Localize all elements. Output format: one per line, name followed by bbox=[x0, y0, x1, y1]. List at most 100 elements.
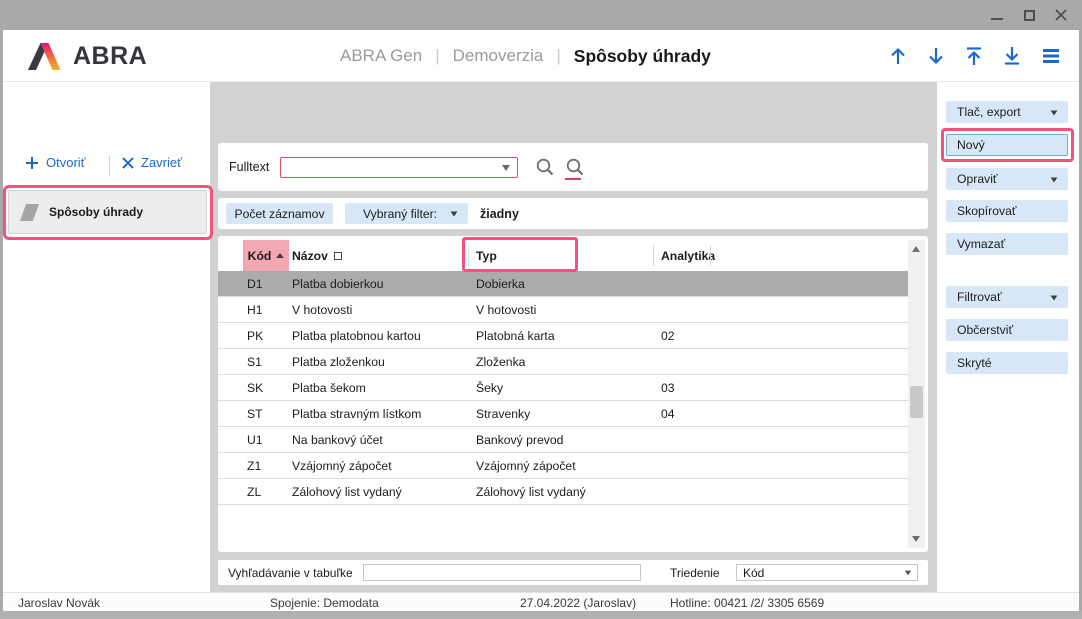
table-row[interactable]: PKPlatba platobnou kartouPlatobná karta0… bbox=[218, 323, 908, 349]
table-cell: V hotovosti bbox=[476, 297, 536, 323]
close-button[interactable] bbox=[1050, 4, 1072, 26]
table-cell: Platobná karta bbox=[476, 323, 555, 349]
record-count-button[interactable]: Počet záznamov bbox=[226, 203, 333, 224]
column-options-icon[interactable] bbox=[334, 252, 342, 260]
status-user: Jaroslav Novák bbox=[18, 593, 100, 612]
button-label: Skryté bbox=[957, 356, 992, 370]
table-scrollbar[interactable] bbox=[908, 240, 925, 548]
search-icon[interactable] bbox=[534, 156, 556, 181]
table-cell: Platba šekom bbox=[292, 375, 366, 401]
table-cell: Platba zloženkou bbox=[292, 349, 385, 375]
table-row[interactable]: STPlatba stravným lístkomStravenky04 bbox=[218, 401, 908, 427]
environment-name: Demoverzia bbox=[453, 46, 544, 66]
button-label: Skopírovať bbox=[957, 204, 1016, 218]
edit-button[interactable]: Opraviť bbox=[946, 168, 1068, 190]
table-cell: PK bbox=[247, 323, 263, 349]
app-header: ABRA ABRA Gen | Demoverzia | Spôsoby úhr… bbox=[3, 30, 1079, 82]
fulltext-label: Fulltext bbox=[229, 143, 269, 191]
move-up-icon[interactable] bbox=[887, 45, 909, 67]
separator: | bbox=[556, 46, 560, 66]
selected-filter-dropdown[interactable]: Vybraný filter: bbox=[345, 203, 468, 224]
title-bar bbox=[0, 0, 1082, 30]
print-export-button[interactable]: Tlač, export bbox=[946, 101, 1068, 123]
minimize-button[interactable] bbox=[986, 4, 1008, 26]
column-header-kod[interactable]: Kód bbox=[243, 240, 289, 271]
table-row[interactable]: D1Platba dobierkouDobierka bbox=[218, 271, 908, 297]
table-cell: Zloženka bbox=[476, 349, 525, 375]
chevron-down-icon bbox=[1051, 177, 1058, 182]
refresh-button[interactable]: Občerstviť bbox=[946, 319, 1068, 341]
new-button[interactable]: Nový bbox=[946, 134, 1068, 156]
column-header-nazov[interactable]: Názov bbox=[292, 240, 342, 271]
button-label: Opraviť bbox=[957, 172, 997, 186]
toolbar-divider bbox=[109, 156, 110, 176]
table-row[interactable]: ZLZálohový list vydanýZálohový list vyda… bbox=[218, 479, 908, 505]
table-row[interactable]: H1V hotovostiV hotovosti bbox=[218, 297, 908, 323]
status-hotline: Hotline: 00421 /2/ 3305 6569 bbox=[670, 593, 824, 612]
records-table: Kód Názov Typ Analytika D1Platba dobierk… bbox=[218, 236, 928, 552]
table-cell: Vzájomný zápočet bbox=[476, 453, 576, 479]
sidebar-toolbar: Otvoriť Zavrieť bbox=[3, 155, 210, 179]
fulltext-combobox[interactable] bbox=[280, 157, 518, 178]
scroll-up-icon[interactable] bbox=[912, 246, 920, 252]
column-header-typ[interactable]: Typ bbox=[476, 240, 497, 271]
sort-dropdown[interactable]: Kód bbox=[736, 564, 918, 581]
table-cell: 02 bbox=[661, 323, 675, 349]
maximize-button[interactable] bbox=[1018, 4, 1040, 26]
chevron-down-icon[interactable] bbox=[502, 165, 510, 171]
sidebar-item-sposoby-uhrady[interactable]: Spôsoby úhrady bbox=[8, 190, 207, 234]
move-down-icon[interactable] bbox=[925, 45, 947, 67]
table-cell: Stravenky bbox=[476, 401, 530, 427]
separator: | bbox=[435, 46, 439, 66]
close-label: Zavrieť bbox=[141, 155, 182, 170]
table-cell: SK bbox=[247, 375, 263, 401]
fulltext-input[interactable] bbox=[284, 159, 496, 176]
column-label: Názov bbox=[292, 249, 328, 263]
sort-label: Triedenie bbox=[670, 560, 720, 585]
status-date: 27.04.2022 (Jaroslav) bbox=[520, 593, 636, 612]
table-row[interactable]: U1Na bankový účetBankový prevod bbox=[218, 427, 908, 453]
chevron-down-icon bbox=[1051, 295, 1058, 300]
app-window: ABRA ABRA Gen | Demoverzia | Spôsoby úhr… bbox=[0, 0, 1082, 619]
scroll-down-icon[interactable] bbox=[912, 536, 920, 542]
table-cell: Platba stravným lístkom bbox=[292, 401, 421, 427]
plus-icon bbox=[25, 156, 39, 170]
table-cell: 03 bbox=[661, 375, 675, 401]
page-title: Spôsoby úhrady bbox=[574, 46, 711, 67]
column-label: Kód bbox=[248, 249, 272, 263]
filter-panel: Počet záznamov Vybraný filter: žiadny bbox=[218, 198, 928, 229]
move-last-icon[interactable] bbox=[1001, 45, 1023, 67]
menu-icon[interactable] bbox=[1039, 45, 1063, 67]
table-row[interactable]: SKPlatba šekomŠeky03 bbox=[218, 375, 908, 401]
button-label: Tlač, export bbox=[957, 105, 1021, 119]
table-cell: Bankový prevod bbox=[476, 427, 563, 453]
delete-button[interactable]: Vymazať bbox=[946, 233, 1068, 255]
close-tab-button[interactable]: Zavrieť bbox=[122, 155, 182, 170]
filter-button[interactable]: Filtrovať bbox=[946, 286, 1068, 308]
window-controls bbox=[986, 0, 1072, 30]
sort-ascending-icon bbox=[276, 253, 284, 258]
fulltext-panel: Fulltext bbox=[218, 143, 928, 191]
table-body: D1Platba dobierkouDobierkaH1V hotovostiV… bbox=[218, 271, 908, 505]
header-icons bbox=[887, 30, 1063, 82]
open-button[interactable]: Otvoriť bbox=[25, 155, 86, 170]
copy-button[interactable]: Skopírovať bbox=[946, 200, 1068, 222]
column-divider bbox=[653, 245, 654, 266]
table-cell: Z1 bbox=[247, 453, 261, 479]
table-row[interactable]: Z1Vzájomný zápočetVzájomný zápočet bbox=[218, 453, 908, 479]
fulltext-search-underline bbox=[565, 178, 581, 180]
table-cell: Na bankový účet bbox=[292, 427, 383, 453]
column-header-analytika[interactable]: Analytika bbox=[661, 240, 715, 271]
table-row[interactable]: S1Platba zloženkouZloženka bbox=[218, 349, 908, 375]
scrollbar-thumb[interactable] bbox=[910, 386, 923, 418]
table-cell: D1 bbox=[247, 271, 263, 297]
table-search-input[interactable] bbox=[363, 564, 641, 581]
move-first-icon[interactable] bbox=[963, 45, 985, 67]
table-search-label: Vyhľadávanie v tabuľke bbox=[228, 560, 353, 585]
hidden-button[interactable]: Skryté bbox=[946, 352, 1068, 374]
status-connection: Spojenie: Demodata bbox=[270, 593, 379, 612]
status-bar: Jaroslav Novák Spojenie: Demodata 27.04.… bbox=[3, 592, 1079, 611]
close-icon bbox=[1054, 8, 1068, 22]
table-cell: Dobierka bbox=[476, 271, 525, 297]
column-label: Analytika bbox=[661, 249, 715, 263]
